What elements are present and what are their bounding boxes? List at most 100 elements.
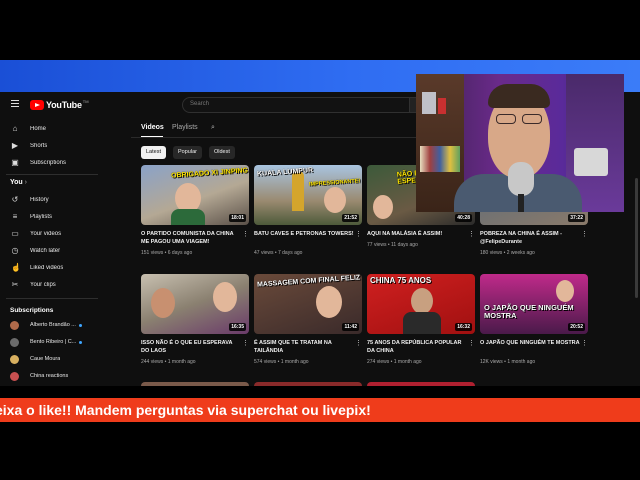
golden-statue — [292, 171, 304, 211]
video-views: 574 views — [254, 359, 277, 365]
history-icon: ↺ — [11, 195, 19, 204]
video-thumbnail[interactable]: CHINA 75 ANOS 16:32 — [367, 274, 475, 334]
video-title[interactable]: É ASSIM QUE TE TRATAM NA TAILÂNDIA — [254, 339, 354, 355]
more-options-icon[interactable]: ⋮ — [581, 340, 588, 347]
thumbnail-text: OBRIGADO XI JINPING — [170, 167, 249, 180]
video-meta: 77 views • 11 days ago — [367, 242, 418, 248]
sidebar-divider — [6, 298, 98, 299]
more-options-icon[interactable]: ⋮ — [468, 340, 475, 347]
video-title[interactable]: 75 ANOS DA REPÚBLICA POPULAR DA CHINA — [367, 339, 467, 355]
video-title[interactable]: POBREZA NA CHINA É ASSIM - @FelipeDurant… — [480, 230, 580, 246]
search-icon[interactable]: ⌕ — [211, 124, 215, 132]
sidebar-item-label: Playlists — [30, 214, 53, 220]
microphone-icon — [508, 162, 534, 196]
video-views: 12K views — [480, 359, 503, 365]
video-thumbnail[interactable]: O JAPÃO QUE NINGUÉM MOSTRA 20:52 — [480, 274, 588, 334]
video-title[interactable]: O JAPÃO QUE NINGUÉM TE MOSTRA — [480, 339, 580, 347]
video-thumbnail[interactable] — [254, 382, 362, 386]
sidebar-item-playlists[interactable]: ≡ Playlists — [0, 209, 115, 225]
sidebar-item-liked-videos[interactable]: ☝ Liked videos — [0, 260, 115, 276]
chip-latest[interactable]: Latest — [141, 146, 166, 159]
video-duration: 16:35 — [229, 323, 246, 331]
more-options-icon[interactable]: ⋮ — [355, 231, 362, 238]
person-face — [373, 195, 393, 219]
sidebar-item-label: Bento Ribeiro | C... — [30, 339, 77, 345]
sidebar-sub-alberto[interactable]: Alberto Brandão ... — [0, 317, 115, 333]
video-title[interactable]: O PARTIDO COMUNISTA DA CHINA ME PAGOU UM… — [141, 230, 241, 246]
more-options-icon[interactable]: ⋮ — [581, 231, 588, 238]
chip-oldest[interactable]: Oldest — [209, 146, 235, 159]
video-thumbnail[interactable]: KUALA LUMPUR IMPRESSIONANTE! 21:52 — [254, 165, 362, 225]
sidebar-item-your-clips[interactable]: ✂ Your clips — [0, 277, 115, 293]
tab-videos[interactable]: Videos — [141, 124, 164, 131]
sidebar-item-your-videos[interactable]: ▭ Your videos — [0, 226, 115, 242]
video-age: 1 month ago — [507, 359, 536, 365]
video-title[interactable]: AQUI NA MALÁSIA É ASSIM! — [367, 230, 467, 238]
books — [420, 146, 460, 172]
more-options-icon[interactable]: ⋮ — [468, 231, 475, 238]
video-views: 274 views — [367, 359, 390, 365]
you-heading-label: You — [10, 179, 23, 186]
sidebar-item-watch-later[interactable]: ◷ Watch later — [0, 243, 115, 259]
sidebar-item-home[interactable]: ⌂ Home — [0, 121, 115, 137]
avatar — [10, 354, 19, 364]
video-duration: 16:32 — [455, 323, 472, 331]
video-thumbnail[interactable]: 16:35 — [141, 274, 249, 334]
video-meta: 244 views • 1 month ago — [141, 359, 196, 365]
video-thumbnail[interactable] — [367, 382, 475, 386]
shelf-item — [422, 92, 436, 114]
sidebar-divider — [6, 174, 98, 175]
home-icon: ⌂ — [12, 124, 18, 133]
video-views: 244 views — [141, 359, 164, 365]
more-options-icon[interactable]: ⋮ — [355, 340, 362, 347]
video-duration: 37:22 — [568, 214, 585, 222]
sidebar-sub-china-reactions[interactable]: China reactions — [0, 368, 115, 384]
ticker-text: eixa o like!! Mandem perguntas via super… — [0, 402, 371, 418]
video-title[interactable]: BATU CAVES E PETRONAS TOWERS! — [254, 230, 354, 238]
scrollbar[interactable] — [635, 178, 638, 298]
sidebar-item-subscriptions[interactable]: ▣ Subscriptions — [0, 155, 115, 171]
search-input[interactable]: Search — [182, 97, 410, 113]
sidebar-item-history[interactable]: ↺ History — [0, 192, 115, 208]
tab-playlists[interactable]: Playlists — [172, 124, 198, 131]
chevron-right-icon: › — [24, 179, 27, 186]
new-content-dot — [78, 323, 82, 327]
video-thumbnail[interactable]: MASSAGEM COM FINAL FELIZ 11:42 — [254, 274, 362, 334]
sidebar-item-label: Alberto Brandão ... — [30, 322, 76, 328]
silver-play-button-plaque — [574, 148, 608, 176]
menu-icon[interactable] — [11, 100, 19, 107]
more-options-icon[interactable]: ⋮ — [242, 231, 249, 238]
new-content-dot — [79, 340, 83, 344]
chip-popular[interactable]: Popular — [173, 146, 202, 159]
thumbnail-text: MASSAGEM COM FINAL FELIZ — [256, 274, 361, 289]
video-age: 11 days ago — [390, 242, 418, 248]
video-age: 2 weeks ago — [506, 250, 535, 256]
youtube-logo[interactable]: YouTube TM — [30, 99, 89, 111]
person-shirt — [171, 209, 205, 225]
sidebar-item-shorts[interactable]: ▶ Shorts — [0, 138, 115, 154]
sidebar-sub-caue[interactable]: Caue Moura — [0, 351, 115, 367]
video-thumbnail[interactable]: OBRIGADO XI JINPING 18:01 — [141, 165, 249, 225]
thumbnail-text: CHINA 75 ANOS — [370, 276, 432, 285]
video-thumbnail[interactable] — [141, 382, 249, 386]
person-face — [411, 288, 433, 314]
video-title[interactable]: ISSO NÃO É O QUE EU ESPERAVA DO LAOS — [141, 339, 241, 355]
video-meta: 12K views • 1 month ago — [480, 359, 536, 365]
video-duration: 20:52 — [568, 323, 585, 331]
more-options-icon[interactable]: ⋮ — [242, 340, 249, 347]
video-duration: 21:52 — [342, 214, 359, 222]
video-views: 77 views — [367, 242, 387, 248]
thumbnail-text: O JAPÃO QUE NINGUÉM MOSTRA — [484, 303, 574, 320]
video-duration: 40:28 — [455, 214, 472, 222]
video-views: 180 views — [480, 250, 503, 256]
shorts-icon: ▶ — [11, 141, 19, 150]
shelf-item — [438, 98, 446, 114]
sidebar-sub-bento[interactable]: Bento Ribeiro | C... — [0, 334, 115, 350]
video-age: 1 month ago — [393, 359, 422, 365]
scissors-icon: ✂ — [11, 280, 19, 289]
thumbs-up-icon: ☝ — [11, 263, 21, 272]
sidebar-item-label: Liked videos — [30, 265, 64, 271]
video-age: 7 days ago — [277, 250, 303, 256]
person-hair — [488, 84, 550, 108]
you-heading[interactable]: You › — [10, 179, 27, 186]
